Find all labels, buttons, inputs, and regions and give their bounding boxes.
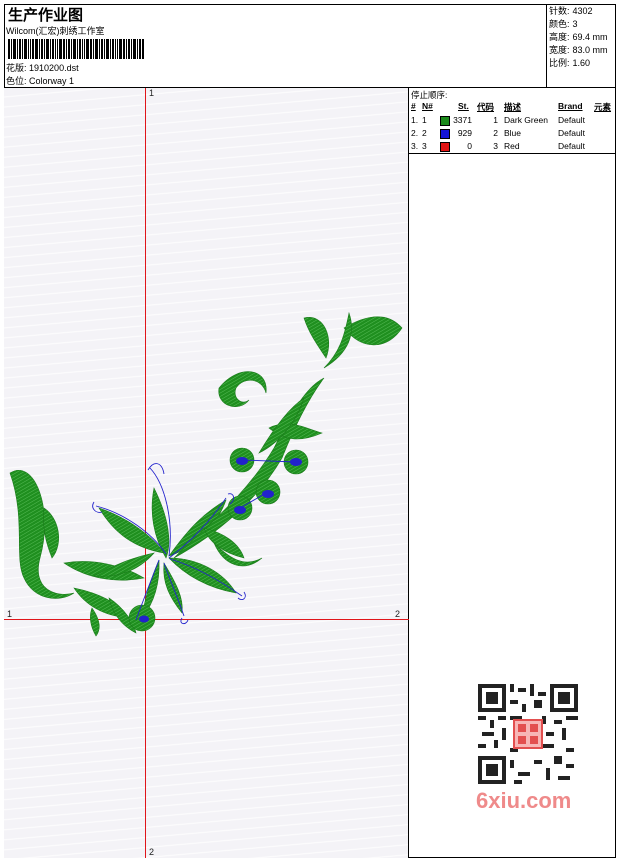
col-element: 元素: [594, 102, 612, 112]
col-code: 代码: [477, 102, 495, 112]
stop-row: 3. 3 0 3 Red Default: [411, 141, 585, 152]
color-swatch: [440, 129, 450, 139]
page-title: 生产作业图: [8, 6, 84, 24]
stop-sequence-panel: 停止顺序: # N# St. 代码 描述 Brand 元素 1. 1 3371 …: [409, 88, 616, 154]
col-number: N#: [422, 101, 433, 111]
col-index: #: [411, 101, 416, 111]
qr-code: [478, 684, 578, 784]
design-file-value: 1910200.dst: [29, 63, 79, 73]
stop-row: 1. 1 3371 1 Dark Green Default: [411, 115, 585, 126]
stop-sequence-title: 停止顺序:: [411, 90, 448, 100]
stat-width: 宽度: 83.0 mm: [549, 45, 608, 55]
stat-stitches: 针数: 4302: [549, 6, 593, 16]
design-canvas: 1 2 1 2: [4, 88, 409, 858]
watermark-text: 6xiu.com: [476, 788, 572, 813]
stat-scale: 比例: 1.60: [549, 58, 591, 68]
design-file-label: 花版:: [6, 63, 27, 73]
col-stitches: St.: [458, 101, 469, 111]
stop-row: 2. 2 929 2 Blue Default: [411, 128, 585, 139]
color-swatch: [440, 116, 450, 126]
colorway-label: 色位:: [6, 76, 27, 86]
watermark: 6xiu.com: [470, 680, 588, 820]
studio-name: Wilcom(汇宏)刺绣工作室: [6, 26, 105, 36]
colorway-row: 色位: Colorway 1: [6, 74, 74, 87]
stat-height: 高度: 69.4 mm: [549, 32, 608, 42]
embroidery-design: [9, 311, 403, 637]
col-description: 描述: [504, 102, 522, 112]
header: 生产作业图 Wilcom(汇宏)刺绣工作室 花版: 1910200.dst 色位…: [4, 4, 547, 88]
barcode: [8, 39, 144, 59]
design-file-row: 花版: 1910200.dst: [6, 61, 79, 74]
colorway-value: Colorway 1: [29, 76, 75, 86]
color-swatch: [440, 142, 450, 152]
stat-colors: 颜色: 3: [549, 19, 578, 29]
stats-panel: 针数: 4302 颜色: 3 高度: 69.4 mm 宽度: 83.0 mm 比例: 1.…: [547, 4, 616, 88]
col-brand: Brand: [558, 101, 583, 111]
